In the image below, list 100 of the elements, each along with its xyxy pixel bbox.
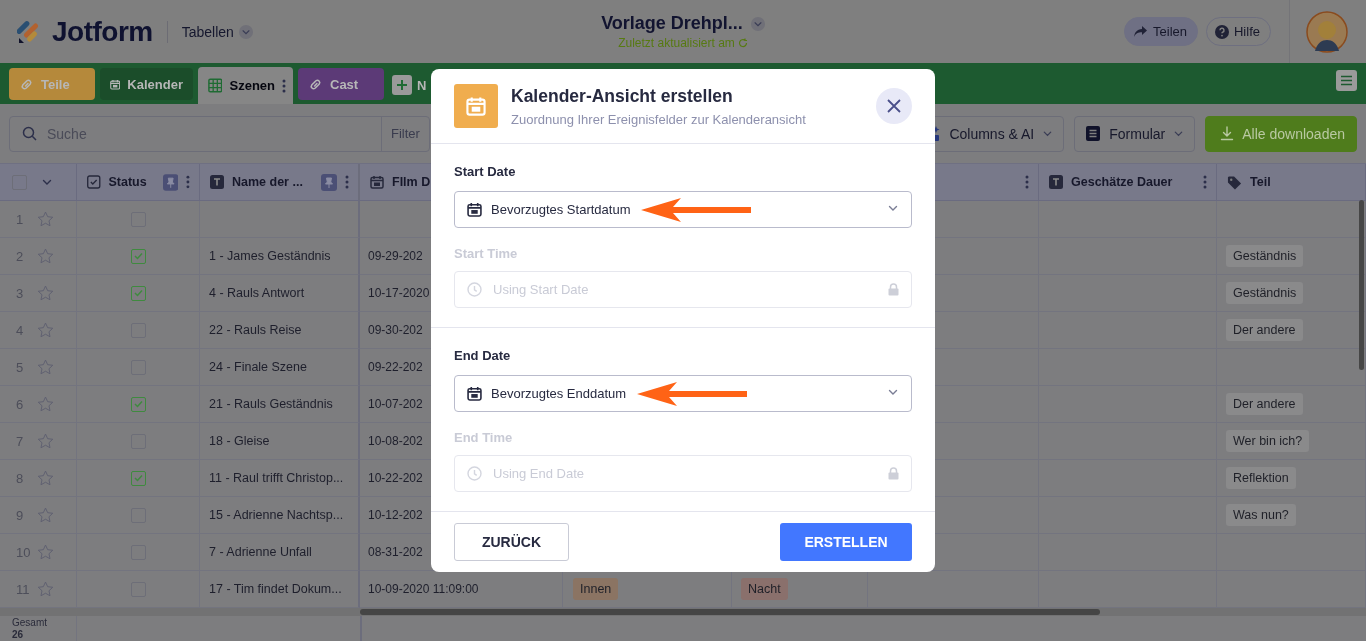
calendar-clock-icon: [467, 386, 482, 401]
clock-icon: [467, 282, 482, 297]
more-icon[interactable]: [186, 175, 190, 189]
table-cell: 15 - Adrienne Nachtsp...: [200, 497, 360, 534]
table-cell: 22 - Rauls Reise: [200, 312, 360, 349]
checkmark-icon: [133, 252, 143, 260]
logo-text: Jotform: [52, 15, 153, 48]
plus-icon: [396, 79, 408, 91]
create-button[interactable]: ERSTELLEN: [780, 523, 912, 561]
help-icon: [1215, 24, 1229, 39]
pin-icon[interactable]: [162, 173, 179, 191]
checkbox-type-icon: [87, 175, 101, 189]
column-title: Name der ...: [232, 175, 303, 189]
table-cell: 11 - Raul trifft Christop...: [200, 460, 360, 497]
column-header[interactable]: Status: [77, 164, 200, 201]
star-icon[interactable]: [37, 359, 54, 375]
calendar-icon: [466, 96, 486, 116]
column-title: Geschätze Dauer: [1071, 175, 1173, 189]
tables-menu[interactable]: Tabellen: [181, 23, 253, 40]
view-tab[interactable]: Kalender: [100, 68, 193, 100]
star-icon[interactable]: [37, 396, 54, 412]
column-header[interactable]: Name der ...: [200, 164, 360, 201]
lock-icon: [888, 283, 899, 296]
part-tag: Der andere: [1226, 393, 1303, 415]
scrollbar[interactable]: [360, 609, 1100, 615]
table-cell: 24 - Finale Szene: [200, 349, 360, 386]
part-tag: Geständnis: [1226, 282, 1304, 304]
download-icon: [1220, 126, 1235, 141]
star-icon[interactable]: [37, 248, 54, 264]
checkmark-icon: [133, 400, 143, 408]
star-icon[interactable]: [37, 285, 54, 301]
back-button[interactable]: ZURÜCK: [454, 523, 569, 561]
more-icon[interactable]: [282, 78, 286, 93]
pin-icon[interactable]: [321, 173, 337, 191]
checkbox[interactable]: [130, 248, 146, 264]
table-cell: 4 - Rauls Antwort: [200, 275, 360, 312]
checkbox[interactable]: [130, 470, 146, 486]
table-cell: 7 - Adrienne Unfall: [200, 534, 360, 571]
last-updated-text: Zuletzt aktualisiert am: [618, 36, 735, 50]
checkbox[interactable]: [130, 396, 146, 412]
text-type-icon: [1049, 175, 1063, 189]
date-field-select[interactable]: Bevorzugtes Startdatum: [454, 191, 912, 228]
star-icon[interactable]: [37, 470, 54, 486]
grid-icon: [208, 78, 223, 93]
checkmark-icon: [133, 474, 143, 482]
star-icon[interactable]: [37, 507, 54, 523]
chevron-down-icon: [1042, 128, 1054, 139]
star-icon[interactable]: [37, 211, 54, 227]
column-header[interactable]: Geschätze Dauer: [1039, 164, 1217, 201]
view-tab[interactable]: Szenen: [198, 67, 293, 104]
avatar[interactable]: [1306, 10, 1348, 53]
part-tag: Wer bin ich?: [1226, 430, 1310, 452]
location-tag: Innen: [573, 578, 619, 600]
total-count: 26: [12, 629, 25, 640]
table-cell: 1 - James Geständnis: [200, 238, 360, 275]
search-icon: [22, 126, 37, 141]
calendar-icon: [370, 175, 384, 189]
more-icon[interactable]: [1025, 175, 1029, 189]
close-icon: [887, 99, 901, 113]
table-cell: 18 - Gleise: [200, 423, 360, 460]
text-type-icon: [210, 175, 224, 189]
share-arrow-icon: [1133, 25, 1148, 38]
part-tag: Was nun?: [1226, 504, 1296, 526]
total-label: Gesamt: [12, 617, 48, 628]
star-icon[interactable]: [37, 433, 54, 449]
field-label: Start Date: [454, 164, 517, 180]
field-label: End Date: [454, 348, 512, 364]
share-button[interactable]: Teilen: [1124, 17, 1198, 46]
link-icon: [308, 76, 323, 92]
clock-icon: [467, 466, 482, 481]
star-icon[interactable]: [37, 544, 54, 560]
document-title[interactable]: Vorlage Drehpl...: [601, 13, 743, 34]
scrollbar[interactable]: [1359, 200, 1364, 370]
chevron-down-icon: [1173, 128, 1185, 139]
link-icon: [19, 76, 34, 92]
star-icon[interactable]: [37, 322, 54, 338]
part-tag: Geständnis: [1226, 245, 1304, 267]
refresh-icon: [737, 38, 748, 48]
more-icon[interactable]: [345, 175, 349, 189]
part-tag: Reflektion: [1226, 467, 1296, 489]
more-icon[interactable]: [1203, 175, 1207, 189]
column-title: FIlm D: [392, 175, 431, 189]
lock-icon: [888, 467, 899, 480]
checkmark-icon: [133, 289, 143, 297]
dialog-subtitle: Zuordnung Ihrer Ereignisfelder zur Kalenderansicht: [511, 111, 807, 127]
tag-icon: [1227, 174, 1242, 190]
view-tab[interactable]: Cast: [298, 68, 384, 100]
calendar-clock-icon: [467, 202, 482, 217]
download-button[interactable]: Alle downloaden: [1205, 115, 1357, 152]
checkbox[interactable]: [130, 285, 146, 301]
column-title: Status: [108, 175, 147, 189]
date-field-select[interactable]: Bevorzugtes Enddatum: [454, 375, 912, 412]
form-icon: [1085, 125, 1102, 142]
menu-icon[interactable]: [1336, 70, 1357, 91]
form-button[interactable]: Formular: [1074, 115, 1196, 152]
column-header[interactable]: Teil: [1217, 164, 1366, 201]
star-icon[interactable]: [37, 581, 54, 597]
part-tag: Der andere: [1226, 319, 1303, 341]
table-cell: 21 - Rauls Geständnis: [200, 386, 360, 423]
close-button[interactable]: [876, 88, 912, 124]
